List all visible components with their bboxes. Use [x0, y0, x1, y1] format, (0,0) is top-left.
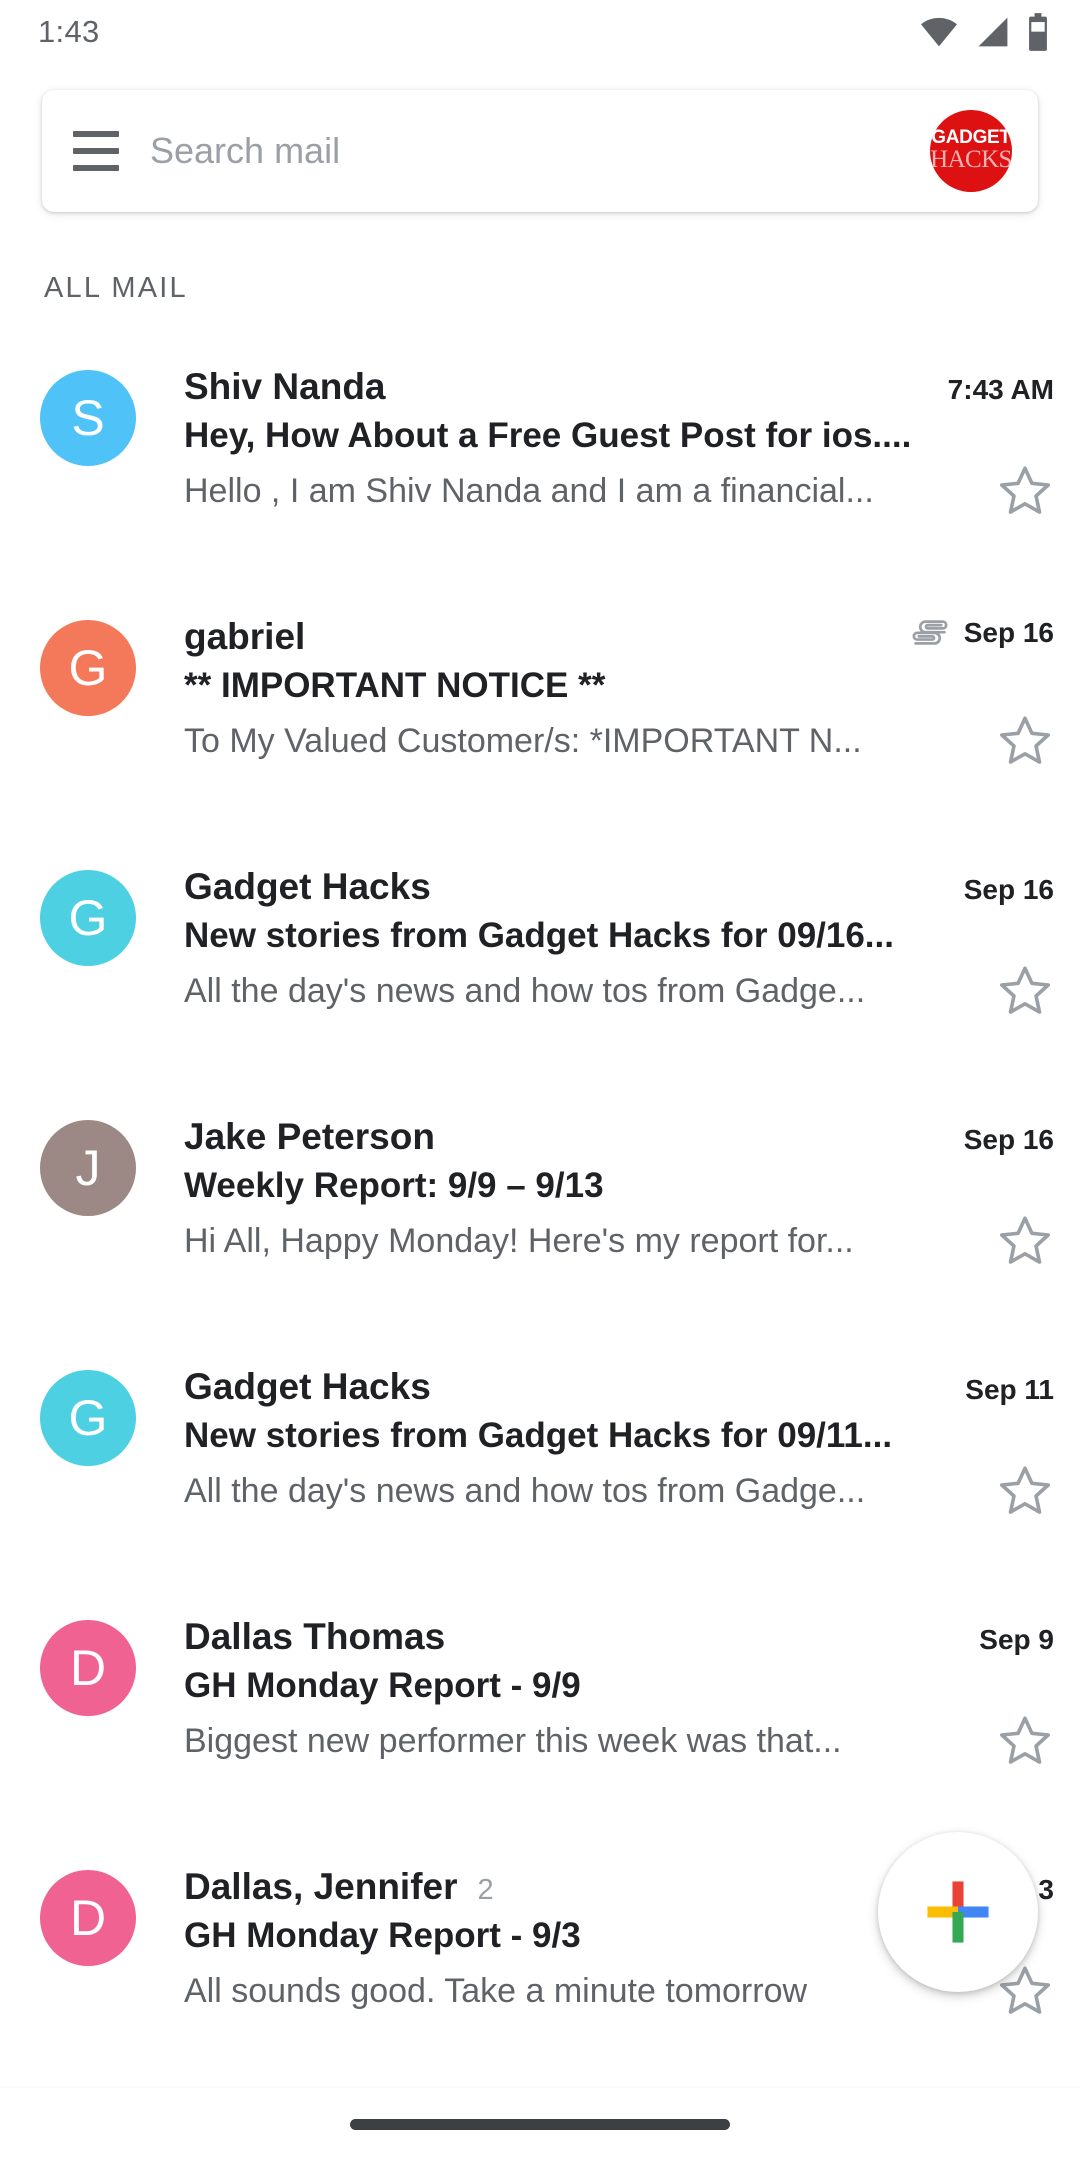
- mail-subject: Weekly Report: 9/9 – 9/13: [184, 1166, 604, 1205]
- sender-name: Gadget Hacks: [184, 1366, 431, 1407]
- mail-subject: ** IMPORTANT NOTICE **: [184, 666, 606, 705]
- wifi-icon: [921, 17, 957, 47]
- sender-name: Dallas Thomas: [184, 1616, 446, 1657]
- mail-snippet: Hi All, Happy Monday! Here's my report f…: [184, 1221, 854, 1260]
- account-avatar[interactable]: GADGET HACKS: [930, 110, 1012, 192]
- star-icon[interactable]: [996, 962, 1054, 1020]
- avatar[interactable]: G: [40, 1370, 136, 1466]
- gesture-home-pill[interactable]: [350, 2118, 730, 2130]
- mail-row-header: Gadget Hacks Sep 16: [184, 866, 1054, 908]
- mail-snippet: To My Valued Customer/s: *IMPORTANT N...: [184, 721, 862, 760]
- mail-date: Sep 16: [963, 874, 1054, 905]
- status-clock: 1:43: [38, 14, 100, 49]
- mail-row-body: Gadget Hacks Sep 11 New stories from Gadge…: [136, 1348, 1054, 1554]
- hamburger-bar: [73, 148, 119, 154]
- avatar[interactable]: S: [40, 370, 136, 466]
- mail-snippet-line: Hello , I am Shiv Nanda and I am a finan…: [184, 462, 1054, 520]
- avatar-brand-top: GADGET: [931, 127, 1011, 149]
- sender-name: Gadget Hacks: [184, 866, 431, 907]
- mail-date: Sep 9: [979, 1624, 1054, 1655]
- mail-row-header: Dallas Thomas Sep 9: [184, 1616, 1054, 1658]
- avatar[interactable]: D: [40, 1870, 136, 1966]
- mail-row-header: gabriel Sep 16: [184, 616, 1054, 658]
- mail-row-meta: 7:43 AM: [930, 374, 1054, 406]
- mail-snippet: All the day's news and how tos from Gadg…: [184, 1471, 866, 1510]
- mail-row-meta: Sep 16: [946, 874, 1054, 906]
- mail-row-meta: Sep 16: [892, 617, 1054, 649]
- mail-row-body: gabriel Sep 16 ** IMPORTANT NOTICE ** To My…: [136, 598, 1054, 804]
- mail-row-body: Dallas Thomas Sep 9 GH Monday Report - 9/9…: [136, 1598, 1054, 1804]
- sender-name: Shiv Nanda: [184, 366, 386, 407]
- mail-snippet: All the day's news and how tos from Gadg…: [184, 971, 866, 1010]
- mail-snippet: Hello , I am Shiv Nanda and I am a finan…: [184, 471, 874, 510]
- star-icon[interactable]: [996, 712, 1054, 770]
- mail-row[interactable]: D Dallas Thomas Sep 9 GH Monday Report - 9/…: [0, 1576, 1080, 1826]
- mail-row-header: Jake Peterson Sep 16: [184, 1116, 1054, 1158]
- mail-date: Sep 16: [963, 617, 1054, 648]
- sender-name: Dallas, Jennifer: [184, 1866, 458, 1907]
- gesture-nav-bar: [0, 2088, 1080, 2160]
- mail-date: Sep 16: [963, 1124, 1054, 1155]
- sender-name: Jake Peterson: [184, 1116, 435, 1157]
- mail-row-meta: Sep 16: [946, 1124, 1054, 1156]
- mail-row[interactable]: G Gadget Hacks Sep 11 New stories from Gadg…: [0, 1326, 1080, 1576]
- mail-row-body: Gadget Hacks Sep 16 New stories from Gadge…: [136, 848, 1054, 1054]
- mail-subject: Hey, How About a Free Guest Post for ios…: [184, 416, 912, 455]
- mail-row-body: Jake Peterson Sep 16 Weekly Report: 9/9 – …: [136, 1098, 1054, 1304]
- mail-snippet-line: All the day's news and how tos from Gadg…: [184, 962, 1054, 1020]
- mail-snippet: All sounds good. Take a minute tomorrow: [184, 1971, 808, 2010]
- thread-count: 2: [477, 1874, 494, 1906]
- gmail-all-mail-screen: 1:43 GADGET HACKS ALL MAIL SS: [0, 0, 1080, 2160]
- mail-snippet-line: To My Valued Customer/s: *IMPORTANT N...: [184, 712, 1054, 770]
- mail-row-body: Shiv Nanda 7:43 AM Hey, How About a Free G…: [136, 348, 1054, 554]
- status-icons: [918, 13, 1050, 51]
- mail-row[interactable]: J Jake Peterson Sep 16 Weekly Report: 9/9 –…: [0, 1076, 1080, 1326]
- mail-subject: New stories from Gadget Hacks for 09/16.…: [184, 916, 894, 955]
- mail-row[interactable]: G Gadget Hacks Sep 16 New stories from Gadg…: [0, 826, 1080, 1076]
- star-icon[interactable]: [996, 1212, 1054, 1270]
- search-input[interactable]: [150, 130, 930, 172]
- cellular-signal-icon: [978, 17, 1008, 47]
- sender-name: gabriel: [184, 616, 306, 657]
- status-bar: 1:43: [0, 0, 1080, 64]
- mail-snippet-line: Biggest new performer this week was that…: [184, 1712, 1054, 1770]
- mail-row[interactable]: S Shiv Nanda 7:43 AM Hey, How About a Free …: [0, 326, 1080, 576]
- section-header-all-mail: ALL MAIL: [44, 272, 188, 304]
- star-icon[interactable]: [996, 462, 1054, 520]
- mail-subject: New stories from Gadget Hacks for 09/11.…: [184, 1416, 893, 1455]
- mail-row-header: Shiv Nanda 7:43 AM: [184, 366, 1054, 408]
- star-icon[interactable]: [996, 1462, 1054, 1520]
- hamburger-menu-icon[interactable]: [42, 90, 150, 212]
- avatar-brand-bottom: HACKS: [930, 146, 1012, 174]
- mail-snippet-line: Hi All, Happy Monday! Here's my report f…: [184, 1212, 1054, 1270]
- compose-button[interactable]: [878, 1832, 1038, 1992]
- mail-date: Sep 11: [965, 1374, 1054, 1405]
- mail-row-meta: Sep 9: [961, 1624, 1054, 1656]
- mail-snippet-line: All the day's news and how tos from Gadg…: [184, 1462, 1054, 1520]
- mail-subject: GH Monday Report - 9/9: [184, 1666, 581, 1705]
- mail-row-meta: Sep 11: [947, 1374, 1054, 1406]
- hamburger-bar: [73, 131, 119, 137]
- avatar[interactable]: J: [40, 1120, 136, 1216]
- battery-icon: [1029, 13, 1047, 51]
- attachment-icon: [912, 620, 948, 645]
- mail-row[interactable]: Ggabriel Sep 16 ** IMPORTANT NOTICE ** To M…: [0, 576, 1080, 826]
- avatar[interactable]: G: [40, 870, 136, 966]
- star-icon[interactable]: [996, 1712, 1054, 1770]
- avatar[interactable]: G: [40, 620, 136, 716]
- avatar[interactable]: D: [40, 1620, 136, 1716]
- mail-date: 7:43 AM: [947, 374, 1054, 405]
- google-plus-compose-icon: [927, 1881, 989, 1943]
- search-bar[interactable]: GADGET HACKS: [42, 90, 1038, 212]
- mail-snippet: Biggest new performer this week was that…: [184, 1721, 842, 1760]
- hamburger-bar: [73, 165, 119, 171]
- mail-row-header: Gadget Hacks Sep 11: [184, 1366, 1054, 1408]
